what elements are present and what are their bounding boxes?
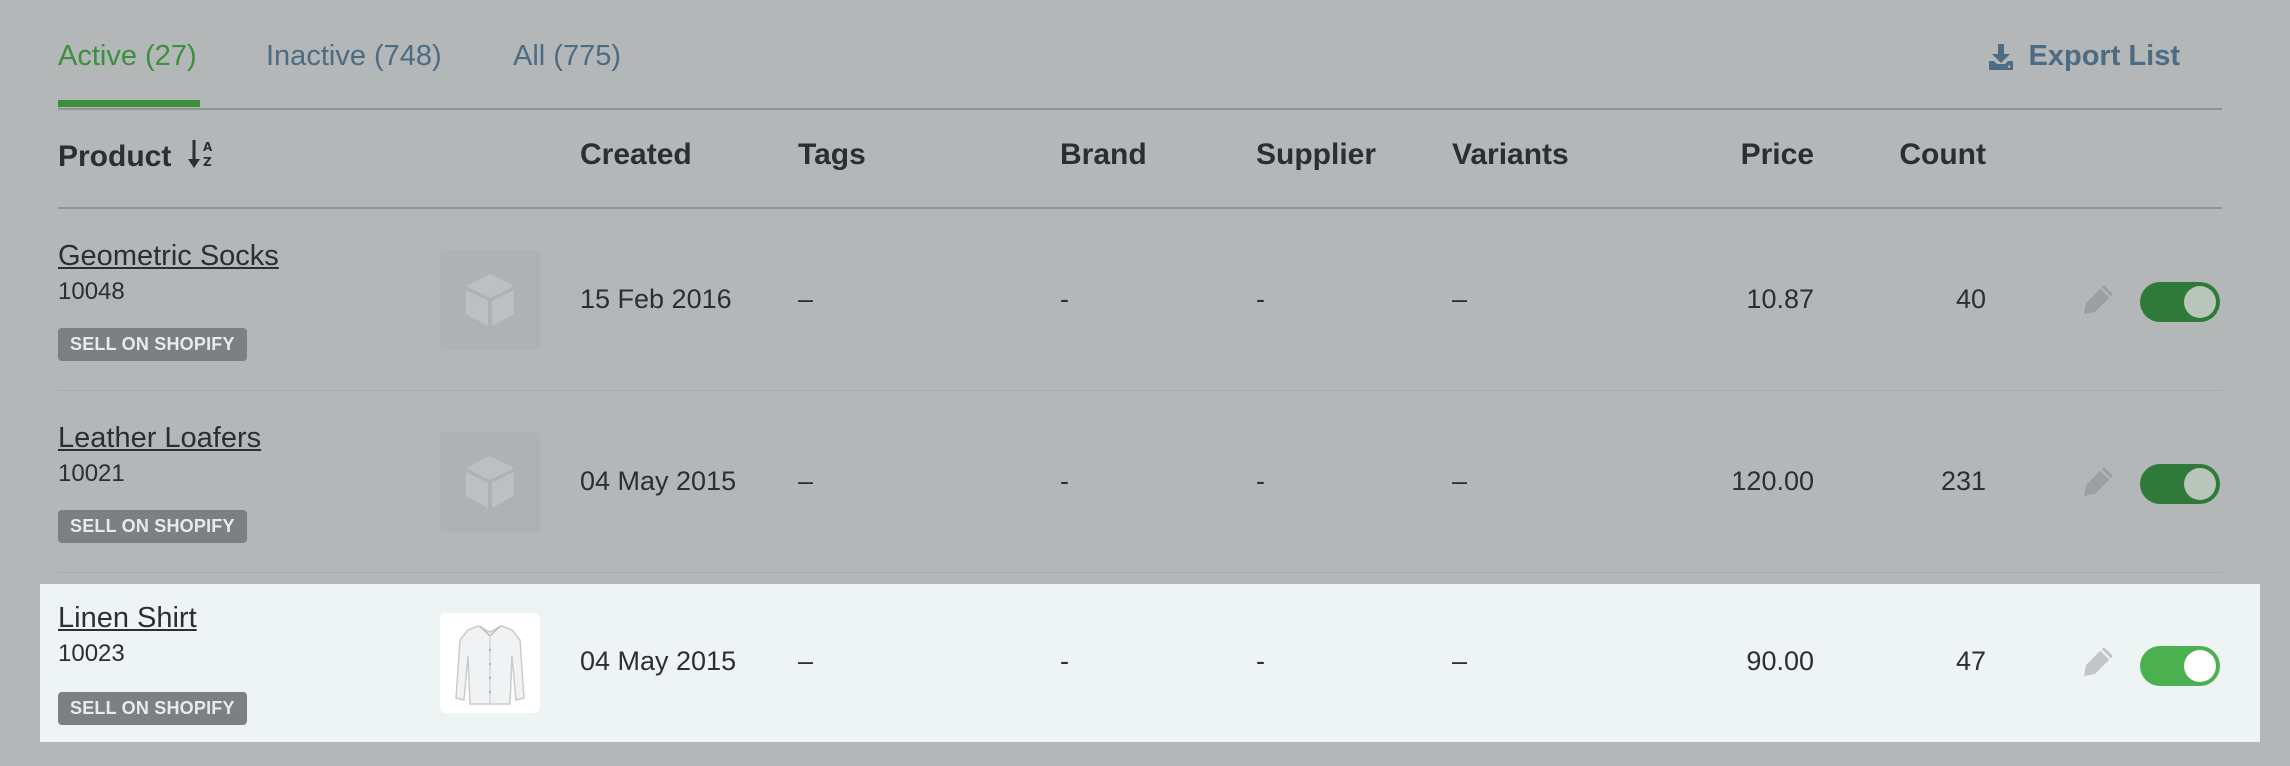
product-sku: 10048 (58, 278, 125, 305)
product-list-page: Active (27) Inactive (748) All (775) Exp… (0, 0, 2290, 766)
tags-value: – (798, 466, 814, 496)
edit-pencil-icon[interactable] (2082, 464, 2116, 503)
tab-all[interactable]: All (775) (513, 40, 621, 73)
created-date: 04 May 2015 (580, 466, 737, 496)
table-row: Linen Shirt 10023 SELL ON SHOPIFY 04 May… (40, 584, 2260, 742)
edit-pencil-icon[interactable] (2082, 282, 2116, 321)
column-header-created[interactable]: Created (580, 138, 692, 172)
shirt-image (440, 613, 540, 713)
sell-on-shopify-badge: SELL ON SHOPIFY (58, 328, 247, 361)
column-header-supplier[interactable]: Supplier (1256, 138, 1376, 172)
variants-value: – (1452, 284, 1468, 314)
toggle-knob (2184, 650, 2216, 682)
edit-pencil-icon[interactable] (2082, 644, 2116, 683)
supplier-value: - (1256, 646, 1265, 676)
toggle-knob (2184, 286, 2216, 318)
supplier-value: - (1256, 284, 1265, 314)
column-header-variants[interactable]: Variants (1452, 138, 1569, 172)
count-value: 40 (1955, 284, 1986, 314)
placeholder-box-icon (440, 250, 540, 350)
column-header-tags[interactable]: Tags (798, 138, 866, 172)
table-row: Geometric Socks 10048 SELL ON SHOPIFY 15… (58, 210, 2222, 391)
export-list-label: Export List (2028, 40, 2180, 72)
variants-value: – (1452, 466, 1468, 496)
sort-alpha-down-icon[interactable]: A Z (187, 138, 216, 178)
product-name-link[interactable]: Geometric Socks (58, 240, 279, 273)
tab-inactive[interactable]: Inactive (748) (266, 40, 442, 73)
price-value: 120.00 (1731, 466, 1814, 496)
sell-on-shopify-badge: SELL ON SHOPIFY (58, 510, 247, 543)
active-toggle[interactable] (2140, 646, 2220, 686)
column-header-price[interactable]: Price (1658, 138, 1814, 172)
variants-value: – (1452, 646, 1468, 676)
created-date: 15 Feb 2016 (580, 284, 732, 314)
count-value: 231 (1940, 466, 1986, 496)
svg-text:Z: Z (203, 155, 212, 169)
column-header-product[interactable]: Product A Z (58, 138, 216, 178)
tags-value: – (798, 284, 814, 314)
product-sku: 10023 (58, 640, 125, 667)
brand-value: - (1060, 284, 1069, 314)
svg-text:A: A (203, 140, 213, 154)
column-header-count[interactable]: Count (1848, 138, 1986, 172)
brand-value: - (1060, 646, 1069, 676)
column-header-brand[interactable]: Brand (1060, 138, 1147, 172)
export-list-button[interactable]: Export List (1987, 40, 2180, 73)
download-icon (1987, 43, 2015, 71)
tab-active[interactable]: Active (27) (58, 40, 197, 73)
created-date: 04 May 2015 (580, 646, 737, 676)
active-tab-indicator (58, 100, 200, 107)
table-row: Leather Loafers 10021 SELL ON SHOPIFY 04… (58, 392, 2222, 573)
status-tabs: Active (27) Inactive (748) All (775) Exp… (58, 0, 2222, 110)
product-name-link[interactable]: Linen Shirt (58, 602, 197, 635)
toggle-knob (2184, 468, 2216, 500)
count-value: 47 (1955, 646, 1986, 676)
active-toggle[interactable] (2140, 282, 2220, 322)
placeholder-box-icon (440, 432, 540, 532)
table-header: Product A Z Created Tags Brand Supplier … (58, 108, 2222, 209)
product-name-link[interactable]: Leather Loafers (58, 422, 261, 455)
active-toggle[interactable] (2140, 464, 2220, 504)
product-sku: 10021 (58, 460, 125, 487)
price-value: 90.00 (1746, 646, 1814, 676)
brand-value: - (1060, 466, 1069, 496)
tags-value: – (798, 646, 814, 676)
supplier-value: - (1256, 466, 1265, 496)
price-value: 10.87 (1746, 284, 1814, 314)
sell-on-shopify-badge: SELL ON SHOPIFY (58, 692, 247, 725)
